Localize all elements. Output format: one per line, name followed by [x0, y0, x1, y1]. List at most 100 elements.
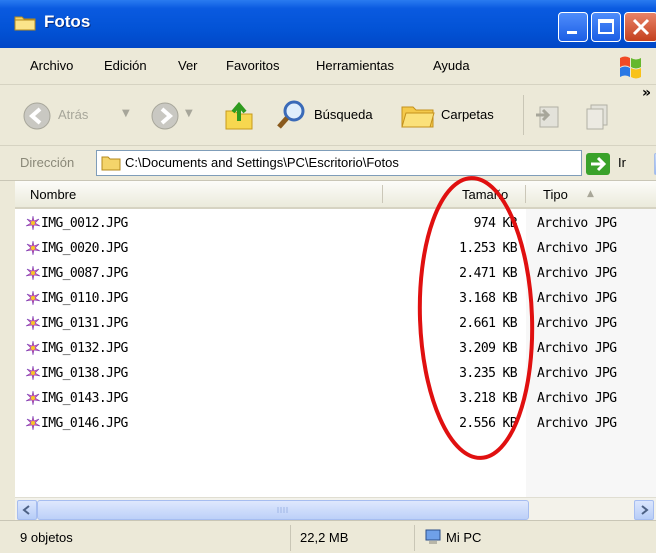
sort-ascending-icon: ▲	[587, 189, 594, 199]
menu-edicion[interactable]: Edición	[104, 58, 147, 73]
column-header: Nombre Tamaño Tipo ▲	[15, 181, 656, 209]
file-size: 2.471 KB	[459, 266, 517, 281]
toolbar-divider	[523, 95, 524, 135]
file-name: IMG_0012.JPG	[41, 216, 128, 231]
list-item[interactable]: IMG_0143.JPG 3.218 KB Archivo JPG	[15, 386, 656, 411]
status-location: Mi PC	[446, 530, 482, 545]
status-divider	[414, 525, 415, 551]
jpg-file-icon	[25, 390, 41, 409]
file-name: IMG_0131.JPG	[41, 316, 128, 331]
back-arrow-icon[interactable]	[22, 101, 52, 134]
file-size: 2.661 KB	[459, 316, 517, 331]
file-size: 974 KB	[473, 216, 518, 231]
my-computer-icon	[424, 528, 442, 549]
maximize-button[interactable]	[591, 12, 621, 42]
file-name: IMG_0110.JPG	[41, 291, 128, 306]
list-item[interactable]: IMG_0146.JPG 2.556 KB Archivo JPG	[15, 411, 656, 436]
list-item[interactable]: IMG_0012.JPG 974 KB Archivo JPG	[15, 211, 656, 236]
file-name: IMG_0146.JPG	[41, 416, 128, 431]
folder-icon	[14, 14, 36, 31]
search-label[interactable]: Búsqueda	[314, 107, 373, 122]
file-size: 3.235 KB	[459, 366, 517, 381]
jpg-file-icon	[25, 215, 41, 234]
toolbar-overflow-icon[interactable]: »	[642, 85, 651, 101]
column-name[interactable]: Nombre	[30, 187, 76, 202]
folders-label[interactable]: Carpetas	[441, 107, 494, 122]
list-item[interactable]: IMG_0132.JPG 3.209 KB Archivo JPG	[15, 336, 656, 361]
file-size: 3.168 KB	[459, 291, 517, 306]
file-type: Archivo JPG	[537, 216, 617, 231]
horizontal-scrollbar[interactable]	[15, 497, 656, 520]
file-type: Archivo JPG	[537, 241, 617, 256]
scroll-right-button[interactable]	[634, 500, 654, 520]
scroll-left-button[interactable]	[17, 500, 37, 520]
list-item[interactable]: IMG_0131.JPG 2.661 KB Archivo JPG	[15, 311, 656, 336]
list-item[interactable]: IMG_0138.JPG 3.235 KB Archivo JPG	[15, 361, 656, 386]
address-path: C:\Documents and Settings\PC\Escritorio\…	[125, 155, 399, 170]
file-type: Archivo JPG	[537, 341, 617, 356]
menu-favoritos[interactable]: Favoritos	[226, 58, 279, 73]
folders-icon[interactable]	[400, 99, 436, 134]
menu-bar: Archivo Edición Ver Favoritos Herramient…	[0, 48, 656, 85]
file-size: 3.218 KB	[459, 391, 517, 406]
menu-herramientas[interactable]: Herramientas	[316, 58, 394, 73]
toolbar: Atrás ▼ ▼ Búsqueda Carpetas »	[0, 85, 656, 146]
column-size[interactable]: Tamaño	[462, 187, 508, 202]
go-arrow-icon[interactable]	[585, 152, 613, 179]
status-divider	[290, 525, 291, 551]
windows-logo-icon	[618, 52, 644, 83]
title-bar[interactable]: Fotos	[0, 0, 656, 48]
copy-to-icon[interactable]	[583, 101, 613, 134]
up-folder-icon[interactable]	[222, 99, 256, 136]
window-left-frame	[0, 181, 15, 520]
address-label: Dirección	[20, 155, 75, 170]
file-size: 3.209 KB	[459, 341, 517, 356]
status-bar: 9 objetos 22,2 MB Mi PC	[0, 520, 656, 553]
menu-ver[interactable]: Ver	[178, 58, 198, 73]
list-item[interactable]: IMG_0110.JPG 3.168 KB Archivo JPG	[15, 286, 656, 311]
column-type[interactable]: Tipo	[543, 187, 568, 202]
back-label[interactable]: Atrás	[58, 107, 88, 122]
forward-arrow-icon[interactable]	[150, 101, 180, 134]
explorer-window: Fotos Archivo Edición Ver Favoritos Herr…	[0, 0, 656, 553]
jpg-file-icon	[25, 290, 41, 309]
file-type: Archivo JPG	[537, 266, 617, 281]
jpg-file-icon	[25, 315, 41, 334]
address-input[interactable]: C:\Documents and Settings\PC\Escritorio\…	[96, 150, 656, 176]
jpg-file-icon	[25, 265, 41, 284]
file-type: Archivo JPG	[537, 316, 617, 331]
go-label[interactable]: Ir	[618, 155, 626, 170]
file-name: IMG_0143.JPG	[41, 391, 128, 406]
list-item[interactable]: IMG_0020.JPG 1.253 KB Archivo JPG	[15, 236, 656, 261]
file-type: Archivo JPG	[537, 366, 617, 381]
file-size: 1.253 KB	[459, 241, 517, 256]
minimize-button[interactable]	[558, 12, 588, 42]
file-size: 2.556 KB	[459, 416, 517, 431]
status-object-count: 9 objetos	[20, 530, 73, 545]
jpg-file-icon	[25, 240, 41, 259]
list-item[interactable]: IMG_0087.JPG 2.471 KB Archivo JPG	[15, 261, 656, 286]
file-type: Archivo JPG	[537, 416, 617, 431]
file-name: IMG_0138.JPG	[41, 366, 128, 381]
window-title: Fotos	[44, 12, 91, 31]
file-type: Archivo JPG	[537, 291, 617, 306]
back-dropdown-icon[interactable]: ▼	[122, 108, 130, 119]
file-name: IMG_0132.JPG	[41, 341, 128, 356]
search-icon[interactable]	[275, 98, 309, 135]
jpg-file-icon	[25, 340, 41, 359]
file-type: Archivo JPG	[537, 391, 617, 406]
forward-dropdown-icon[interactable]: ▼	[185, 108, 193, 119]
menu-ayuda[interactable]: Ayuda	[433, 58, 470, 73]
menu-archivo[interactable]: Archivo	[30, 58, 73, 73]
jpg-file-icon	[25, 365, 41, 384]
move-to-icon[interactable]	[534, 101, 564, 134]
column-divider[interactable]	[525, 185, 526, 203]
address-bar: Dirección C:\Documents and Settings\PC\E…	[0, 146, 656, 181]
file-name: IMG_0020.JPG	[41, 241, 128, 256]
column-divider[interactable]	[382, 185, 383, 203]
close-button[interactable]	[624, 12, 656, 42]
folder-icon	[101, 154, 121, 174]
scroll-thumb[interactable]	[37, 500, 529, 520]
file-list[interactable]: Nombre Tamaño Tipo ▲ IMG_0012.JPG 974 KB…	[15, 181, 656, 500]
status-total-size: 22,2 MB	[300, 530, 349, 545]
